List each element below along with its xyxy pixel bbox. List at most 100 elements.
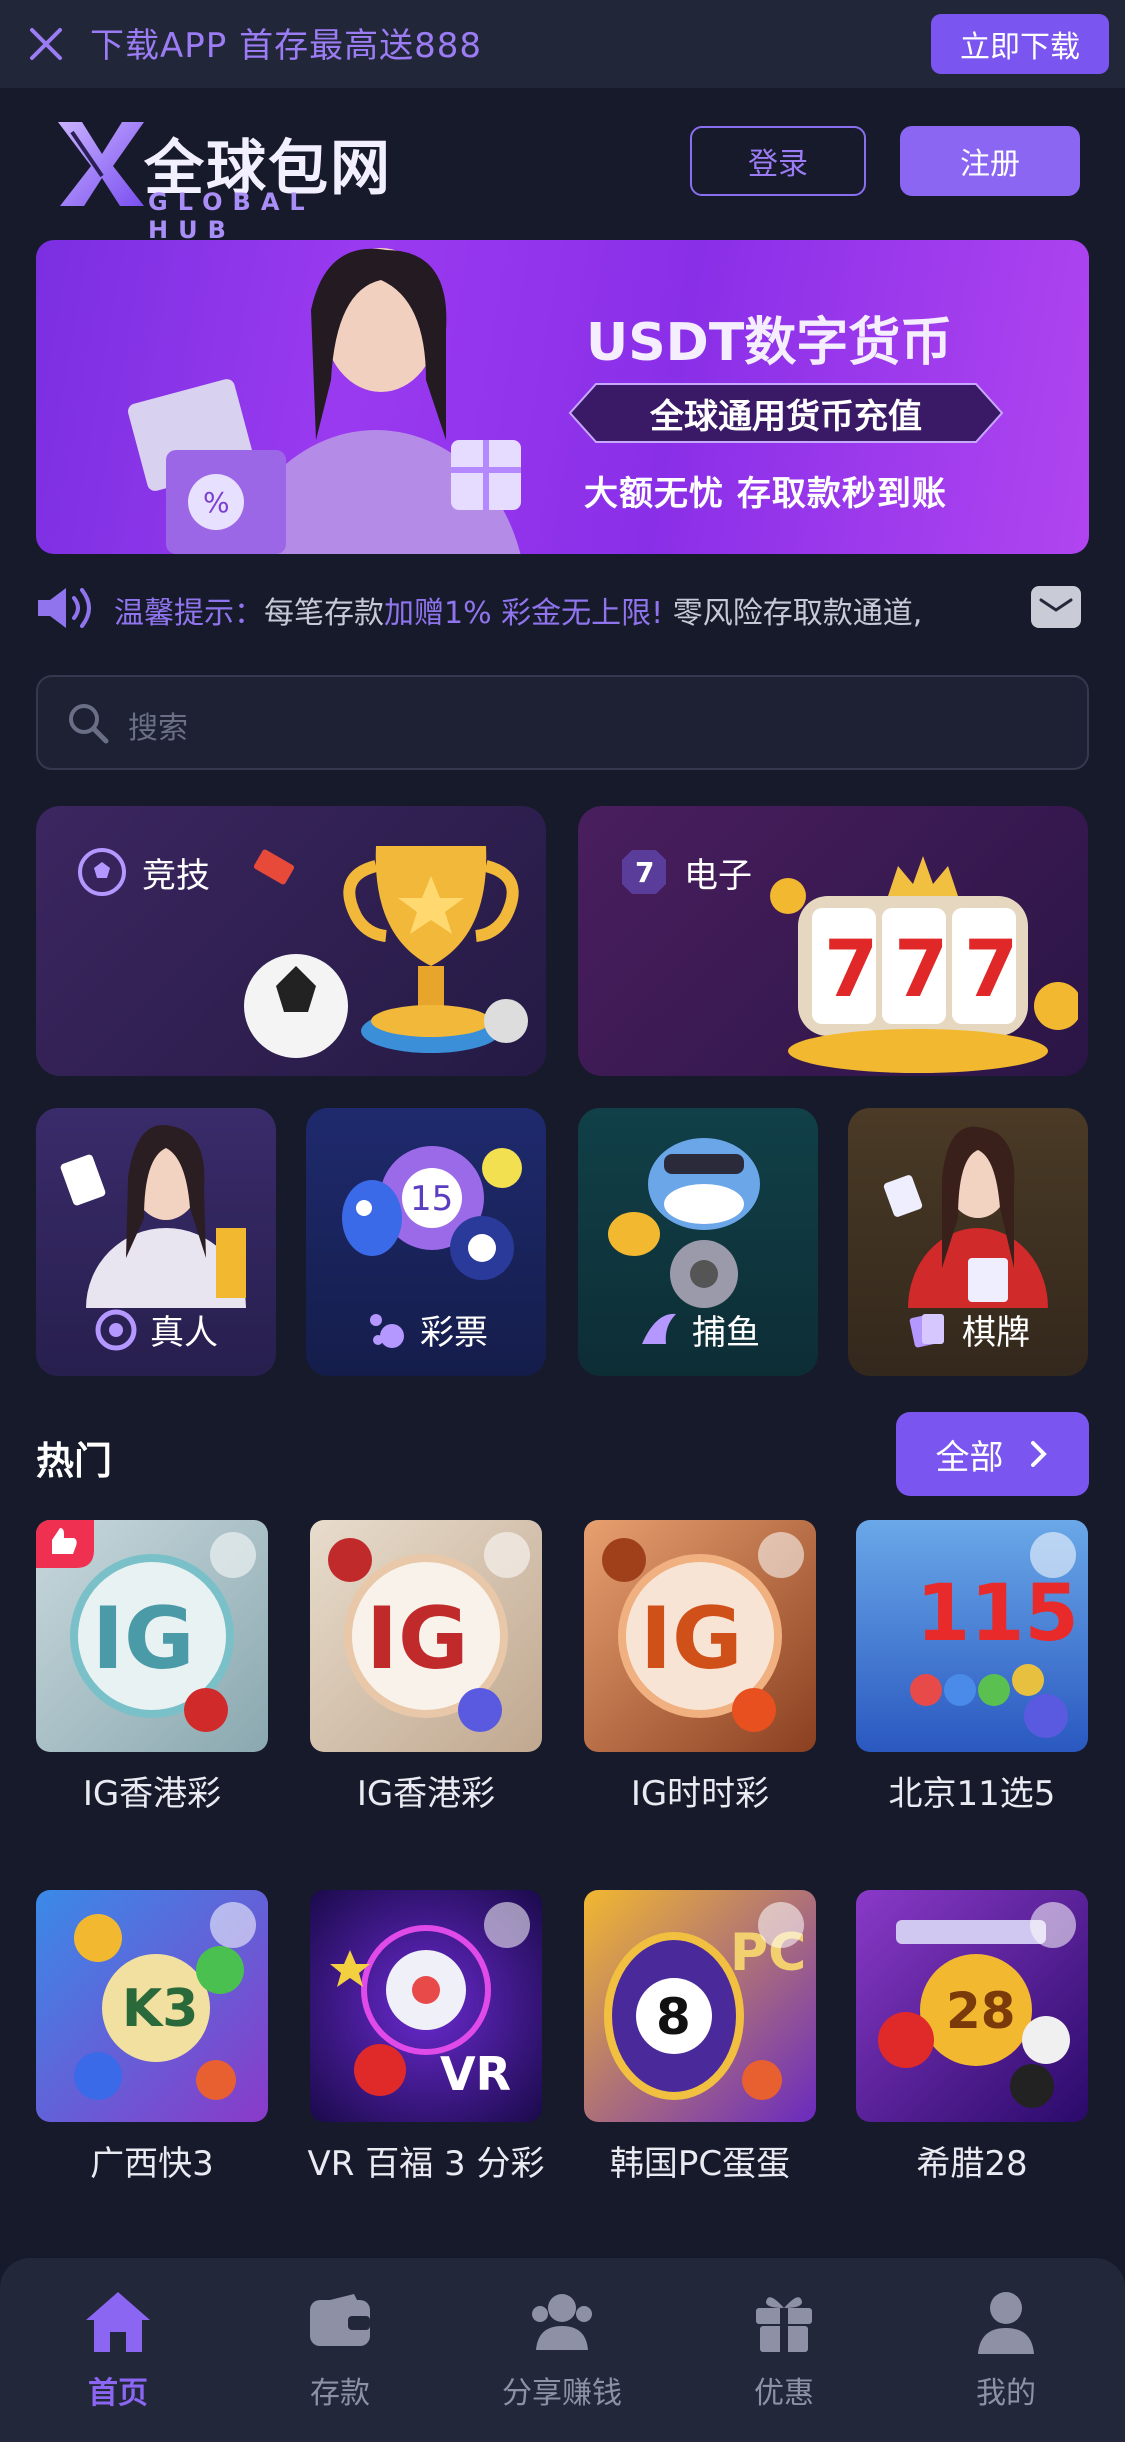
chevron-right-icon	[1030, 1441, 1047, 1467]
nav-share-label: 分享赚钱	[502, 2376, 622, 2411]
home-icon	[86, 2292, 150, 2352]
banner-model-illustration: %	[128, 248, 521, 554]
favorite-star-icon[interactable]	[1030, 1532, 1076, 1578]
logo-x-icon	[58, 122, 144, 206]
category-slots[interactable]: 7 电子 7 7 7	[578, 806, 1088, 1076]
vr-thumb-text: VR	[440, 2047, 511, 2101]
category-lottery-text: 彩票	[420, 1313, 488, 1353]
svg-text:%: %	[203, 486, 230, 519]
bottom-nav: 首页 存款 分享赚钱 优惠 我的	[0, 2258, 1125, 2442]
notice-label: 温馨提示：	[114, 596, 264, 631]
shark-fin-icon	[642, 1313, 676, 1344]
ig-thumb-text: IG	[640, 1589, 743, 1689]
logo[interactable]: 全球包网 GLOBAL HUB	[56, 118, 416, 244]
close-icon[interactable]	[22, 20, 70, 68]
search-box[interactable]: 搜索	[36, 675, 1089, 770]
category-sports-text: 竞技	[142, 855, 210, 896]
nav-deposit[interactable]: 存款	[260, 2286, 420, 2412]
game-thumbnail: IG	[36, 1520, 268, 1752]
game-tile[interactable]: K3 广西快3	[36, 1890, 268, 2185]
banner-subtitle: 全球通用货币充值	[650, 396, 922, 437]
notice-highlight: 加赠1% 彩金无上限!	[384, 596, 664, 631]
game-tile[interactable]: IG IG时时彩	[584, 1520, 816, 1815]
game-thumbnail: VR	[310, 1890, 542, 2122]
nav-home[interactable]: 首页	[38, 2286, 198, 2412]
ig-thumb-text: IG	[366, 1589, 469, 1689]
svg-text:8: 8	[656, 1988, 691, 2046]
banner-tagline: 大额无忧 存取款秒到账	[584, 474, 947, 514]
notice-text-c: 零风险存取款通道,	[663, 596, 923, 631]
mahjong-girl-illustration	[883, 1126, 1048, 1308]
lottery-balls-illustration: 15	[342, 1146, 522, 1280]
speaker-icon	[38, 588, 91, 628]
nav-promotions-label: 优惠	[754, 2376, 814, 2411]
category-cards[interactable]: 棋牌	[848, 1108, 1088, 1376]
favorite-star-icon[interactable]	[210, 1532, 256, 1578]
game-tile[interactable]: 115 北京11选5	[856, 1520, 1088, 1815]
search-input[interactable]: 搜索	[128, 703, 188, 747]
category-lottery[interactable]: 15 彩票	[306, 1108, 546, 1376]
header: 全球包网 GLOBAL HUB 登录 注册	[0, 88, 1125, 244]
login-button[interactable]: 登录	[690, 126, 866, 196]
top-promo-bar: 下载APP 首存最高送888 立即下载	[0, 0, 1125, 88]
category-live-label: 真人	[36, 1305, 276, 1354]
game-name: IG香港彩	[82, 1774, 222, 1814]
favorite-star-icon[interactable]	[210, 1902, 256, 1948]
slot-seven-icon: 7	[622, 850, 666, 894]
nav-promotions[interactable]: 优惠	[704, 2286, 864, 2412]
category-lottery-label: 彩票	[306, 1305, 546, 1354]
game-name: VR 百福 3 分彩	[307, 2144, 545, 2184]
svg-text:7: 7	[635, 856, 654, 889]
users-icon	[532, 2294, 592, 2350]
game-thumbnail: IG	[584, 1520, 816, 1752]
k3-thumb-text: K3	[122, 1979, 198, 2039]
promo-text: 下载APP 首存最高送888	[90, 26, 482, 66]
view-all-label: 全部	[935, 1437, 1004, 1478]
logo-english-text: GLOBAL HUB	[148, 188, 315, 244]
game-tile[interactable]: 8 PC 韩国PC蛋蛋	[584, 1890, 816, 2185]
live-dealer-illustration	[60, 1125, 246, 1308]
chip-icon	[95, 1309, 137, 1350]
bj-thumb-text: 115	[916, 1569, 1079, 1659]
slot-machine-illustration: 7 7 7	[770, 856, 1078, 1073]
playing-cards-icon	[909, 1313, 944, 1347]
category-cards-label: 棋牌	[848, 1305, 1088, 1354]
ig-thumb-text: IG	[92, 1589, 195, 1689]
svg-text:7: 7	[894, 925, 948, 1015]
category-live[interactable]: 真人	[36, 1108, 276, 1376]
register-button[interactable]: 注册	[900, 126, 1080, 196]
nav-profile-label: 我的	[976, 2376, 1036, 2411]
game-name: 北京11选5	[888, 1774, 1056, 1814]
download-button[interactable]: 立即下载	[931, 14, 1109, 74]
favorite-star-icon[interactable]	[758, 1532, 804, 1578]
nav-profile[interactable]: 我的	[926, 2286, 1086, 2412]
category-fishing[interactable]: 捕鱼	[578, 1108, 818, 1376]
category-sports[interactable]: 竞技	[36, 806, 546, 1076]
game-thumbnail: K3	[36, 1890, 268, 2122]
category-live-text: 真人	[150, 1313, 218, 1353]
favorite-star-icon[interactable]	[1030, 1902, 1076, 1948]
game-tile[interactable]: 28 希腊28	[856, 1890, 1088, 2185]
notice-text: 温馨提示：每笔存款加赠1% 彩金无上限! 零风险存取款通道,	[114, 588, 1034, 632]
svg-text:7: 7	[964, 925, 1018, 1015]
favorite-star-icon[interactable]	[758, 1902, 804, 1948]
game-tile[interactable]: VR VR 百福 3 分彩	[308, 1890, 544, 2185]
favorite-star-icon[interactable]	[484, 1532, 530, 1578]
favorite-star-icon[interactable]	[484, 1902, 530, 1948]
banner-title: USDT数字货币	[586, 313, 953, 373]
user-icon	[978, 2292, 1034, 2354]
game-name: IG香港彩	[356, 1774, 496, 1814]
game-tile[interactable]: IG IG香港彩	[36, 1520, 268, 1815]
game-name: 韩国PC蛋蛋	[609, 2144, 791, 2184]
notice-text-a: 每笔存款	[264, 596, 384, 631]
category-slots-label: 7 电子	[618, 846, 752, 898]
game-tile[interactable]: IG IG香港彩	[310, 1520, 542, 1815]
gift-icon	[756, 2297, 812, 2352]
game-thumbnail: IG	[310, 1520, 542, 1752]
nav-share[interactable]: 分享赚钱	[482, 2286, 642, 2412]
promo-banner[interactable]: % USDT数字货币 全球通用货币充值 大额无忧 存取款秒到账	[36, 240, 1089, 554]
soccer-ball-icon	[78, 848, 126, 896]
mail-icon[interactable]	[1031, 586, 1081, 628]
view-all-button[interactable]: 全部	[896, 1412, 1089, 1496]
notice-marquee: 温馨提示：每笔存款加赠1% 彩金无上限! 零风险存取款通道,	[36, 578, 1089, 638]
